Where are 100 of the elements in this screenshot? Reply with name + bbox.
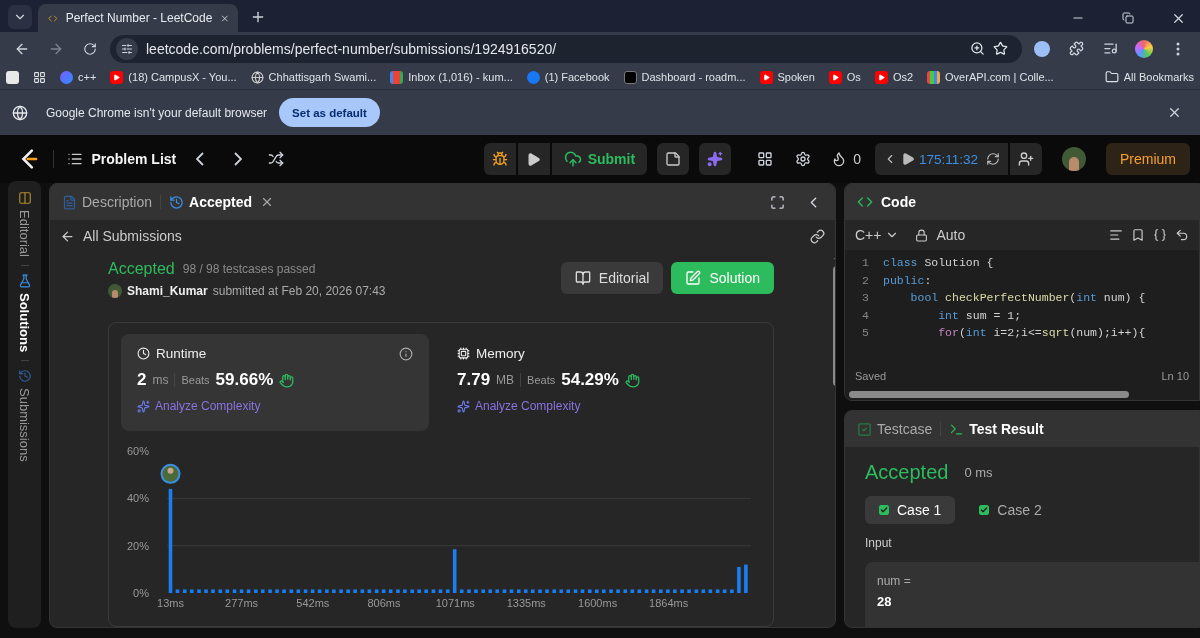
timer[interactable]: 175:11:32 xyxy=(874,143,1008,175)
clap-icon xyxy=(624,372,640,388)
case-tab[interactable]: Case 2 xyxy=(965,496,1056,524)
case-tab[interactable]: Case 1 xyxy=(865,496,956,524)
reset-icon xyxy=(986,152,1000,166)
mail-icon xyxy=(390,70,404,84)
panel-tab[interactable]: Accepted xyxy=(169,194,253,210)
bar xyxy=(452,549,457,593)
bar xyxy=(189,589,194,593)
language-select[interactable]: C++ xyxy=(855,227,900,243)
submit-button[interactable]: Submit xyxy=(551,143,648,175)
bar xyxy=(637,589,642,593)
bookmark[interactable]: Spoken xyxy=(759,70,815,84)
side-tab[interactable]: Submissions xyxy=(17,369,32,462)
folder-icon xyxy=(1104,70,1119,84)
side-tab[interactable]: Editorial xyxy=(17,191,32,257)
bar xyxy=(481,589,485,593)
note-button[interactable] xyxy=(657,143,690,175)
bar xyxy=(623,589,628,593)
side-tab[interactable]: Solutions xyxy=(17,273,32,353)
bar xyxy=(275,589,279,593)
analyze-link[interactable]: Analyze Complexity xyxy=(475,399,581,413)
facebook-icon xyxy=(526,70,540,84)
user-plus-icon xyxy=(1018,151,1034,167)
infobar-message: Google Chrome isn't your default browser xyxy=(46,105,268,120)
bookmark[interactable]: Os2 xyxy=(874,70,914,84)
stat-card[interactable]: Runtime 2 ms Beats 59.66% Analyze Complexity xyxy=(121,334,429,431)
address-bar[interactable]: leetcode.com/problems/perfect-number/submissions/1924916520/ xyxy=(110,34,1022,63)
bar xyxy=(332,589,336,593)
site-settings-button[interactable] xyxy=(116,37,138,60)
undo-icon[interactable] xyxy=(1175,228,1189,242)
input-label: Input xyxy=(865,536,893,550)
menu-icon xyxy=(1176,41,1180,56)
bar xyxy=(538,589,542,593)
panel-tab[interactable]: Description xyxy=(62,194,153,210)
editorial-button[interactable]: Editorial xyxy=(560,262,664,294)
bookmark-star-icon[interactable] xyxy=(993,41,1008,56)
stat-value: 7.79 xyxy=(457,370,491,390)
browser-tab[interactable]: Perfect Number - LeetCode xyxy=(38,4,238,32)
play-icon xyxy=(900,152,915,166)
play-icon xyxy=(526,151,542,167)
bar xyxy=(687,589,691,593)
bookmark-icon[interactable] xyxy=(1131,228,1145,242)
bar xyxy=(254,589,258,593)
beats-value: 59.66% xyxy=(215,370,274,390)
sliders-icon xyxy=(121,42,133,55)
axis-label: 1600ms xyxy=(578,597,618,609)
result-status: Accepted xyxy=(865,461,949,484)
ai-button[interactable] xyxy=(699,143,732,175)
bookmark[interactable]: c++ xyxy=(60,70,97,84)
bar xyxy=(317,589,322,593)
back-link[interactable]: All Submissions xyxy=(83,228,802,244)
bar xyxy=(722,589,727,593)
bar xyxy=(744,564,748,593)
bookmark[interactable]: (1) Facebook xyxy=(526,70,610,84)
bookmark[interactable]: Os xyxy=(828,70,861,84)
format-icon[interactable] xyxy=(1109,228,1123,242)
streak-button[interactable]: 0 xyxy=(827,151,865,167)
problem-list-button[interactable]: Problem List xyxy=(67,151,177,167)
runtime-text: 0 ms xyxy=(964,465,993,480)
bar xyxy=(580,589,585,593)
bar xyxy=(367,589,372,593)
set-default-button[interactable]: Set as default xyxy=(279,98,380,127)
bar xyxy=(488,589,492,593)
user-avatar[interactable] xyxy=(1062,147,1086,171)
reload-icon xyxy=(83,41,97,56)
tab-list-button[interactable] xyxy=(8,5,32,29)
axis-label: 1335ms xyxy=(506,597,546,609)
bookmark[interactable]: Dashboard - roadm... xyxy=(623,70,746,84)
username[interactable]: Shami_Kumar xyxy=(127,284,208,298)
bar xyxy=(353,589,357,593)
bookmark[interactable]: Chhattisgarh Swami... xyxy=(250,70,377,84)
bar xyxy=(474,589,478,593)
run-button[interactable] xyxy=(517,143,550,175)
all-bookmarks[interactable]: All Bookmarks xyxy=(1104,70,1194,84)
premium-button[interactable]: Premium xyxy=(1106,143,1190,175)
debug-button[interactable] xyxy=(483,143,516,175)
bar xyxy=(509,589,514,593)
edit-icon xyxy=(685,270,702,286)
panel-tab[interactable]: Test Result xyxy=(949,421,1044,437)
status-text: Accepted xyxy=(108,260,175,278)
stat-card[interactable]: Memory 7.79 MB Beats 54.29% Analyze Complexity xyxy=(441,334,749,431)
share-link-icon[interactable] xyxy=(810,228,825,244)
braces-icon[interactable] xyxy=(1153,228,1167,242)
bar xyxy=(296,589,301,593)
youtube-icon xyxy=(759,70,773,84)
bar xyxy=(708,589,713,593)
bar xyxy=(659,589,663,593)
bookmark[interactable]: Inbox (1,016) - kum... xyxy=(390,70,513,84)
code-line: 2 public: xyxy=(861,272,933,289)
zoom-icon[interactable] xyxy=(970,41,985,56)
bookmark[interactable]: (18) CampusX - You... xyxy=(110,70,237,84)
bar xyxy=(417,589,421,593)
clock-icon xyxy=(137,347,150,360)
youtube-icon xyxy=(110,70,124,84)
panel-tab[interactable]: Testcase xyxy=(857,421,933,437)
invite-button[interactable] xyxy=(1010,143,1042,175)
apps-icon[interactable] xyxy=(33,70,46,84)
tab-icon xyxy=(17,369,32,384)
bookmark[interactable]: OverAPI.com | Colle... xyxy=(927,70,1054,84)
